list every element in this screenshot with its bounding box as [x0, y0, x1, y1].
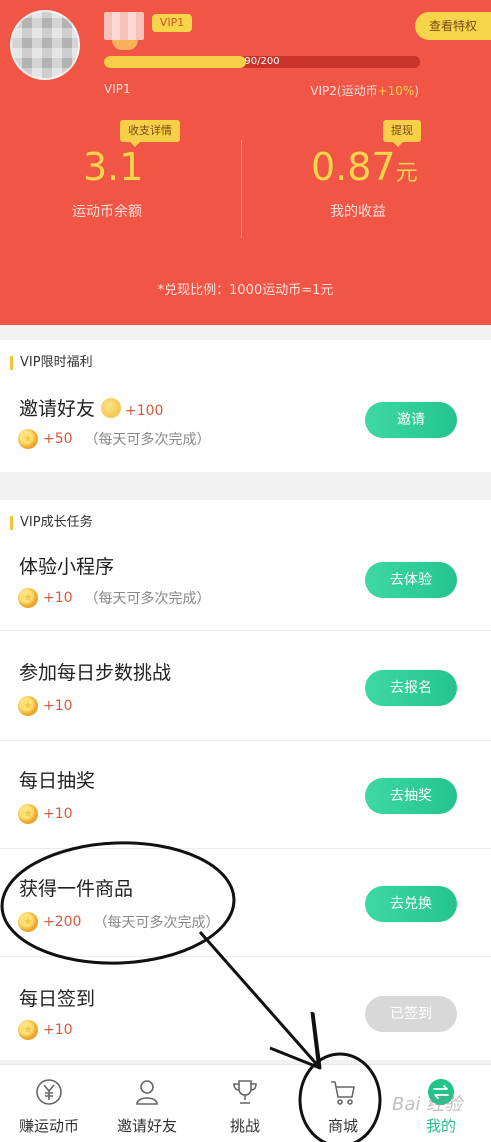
task-note: （每天可多次完成）	[93, 915, 220, 931]
nav-label: 我的	[425, 1117, 456, 1135]
vip-next-prefix: VIP2(运动币	[310, 84, 378, 98]
coin-balance-label: 运动币余额	[72, 204, 142, 220]
task-note: （每天可多次完成）	[84, 591, 211, 607]
nav-item-challenge[interactable]: 挑战	[196, 1065, 294, 1142]
vip-current-label: VIP1	[104, 82, 131, 96]
watermark: Bai 经验	[392, 1094, 463, 1115]
nav-item-invite[interactable]: 邀请好友	[98, 1065, 196, 1142]
vip-next-bonus: +10%	[377, 84, 415, 98]
nav-label: 挑战	[229, 1117, 260, 1135]
income-amount: 0.87	[311, 145, 396, 189]
coin-icon	[18, 696, 38, 716]
view-privileges-button[interactable]: 查看特权	[415, 12, 491, 40]
nav-label: 商城	[327, 1117, 358, 1135]
task-reward: +10	[18, 1020, 73, 1040]
task-title: 获得一件商品	[19, 878, 134, 900]
task-item: 每日抽奖 +10 去抽奖	[0, 748, 491, 856]
task-item: 邀请好友 +100 +50 （每天可多次完成） 邀请	[0, 378, 491, 486]
task-item: 参加每日步数挑战 +10 去报名	[0, 640, 491, 748]
vip-next-suffix: )	[414, 84, 419, 98]
nav-label: 邀请好友	[116, 1117, 177, 1135]
nav-item-mall[interactable]: 商城	[294, 1065, 392, 1142]
person-icon	[136, 1080, 158, 1105]
invite-button[interactable]: 邀请	[365, 402, 457, 438]
coin-icon	[101, 398, 122, 418]
task-item: 获得一件商品 +200 （每天可多次完成） 去兑换	[0, 856, 491, 964]
section-title: VIP限时福利	[10, 356, 93, 370]
username-blurred	[104, 12, 144, 40]
task-reward-value: +50	[43, 431, 73, 447]
income-label: 我的收益	[330, 204, 386, 220]
task-reward: +10 （每天可多次完成）	[18, 588, 211, 608]
profile-header: VIP1 查看特权 90/200 VIP1 VIP2(运动币+10%) 收支详情…	[0, 0, 491, 325]
task-reward: +50 （每天可多次完成）	[18, 429, 211, 449]
divider	[0, 630, 491, 631]
task-reward: +10	[18, 696, 73, 716]
exchange-rate-note: *兑现比例：1000运动币=1元	[157, 283, 334, 298]
coin-icon	[18, 804, 38, 824]
redeem-button[interactable]: 去兑换	[365, 886, 457, 922]
section-title: VIP成长任务	[10, 516, 93, 530]
task-title-bonus: +100	[125, 403, 164, 419]
divider	[0, 956, 491, 957]
coin-icon	[18, 588, 38, 608]
transaction-details-badge[interactable]: 收支详情	[120, 120, 180, 147]
divider	[0, 848, 491, 849]
task-title: 体验小程序	[19, 556, 115, 578]
income-unit: 元	[395, 161, 418, 186]
withdraw-badge[interactable]: 提现	[383, 120, 421, 147]
task-reward-value: +10	[43, 590, 73, 606]
yen-coin-icon	[36, 1079, 62, 1105]
task-title: 每日签到	[19, 988, 96, 1010]
try-miniprogram-button[interactable]: 去体验	[365, 562, 457, 598]
signed-in-button[interactable]: 已签到	[365, 996, 457, 1032]
coin-icon	[18, 429, 38, 449]
cart-icon	[331, 1081, 355, 1105]
task-title-text: 邀请好友	[19, 398, 96, 420]
vip-level-badge: VIP1	[152, 14, 192, 32]
draw-lottery-button[interactable]: 去抽奖	[365, 778, 457, 814]
task-title: 参加每日步数挑战	[19, 662, 172, 684]
task-item: 每日签到 +10 已签到	[0, 964, 491, 1072]
vip-next-label: VIP2(运动币+10%)	[310, 82, 419, 99]
task-reward-value: +10	[43, 1022, 73, 1038]
vip-progress-text: 90/200	[244, 56, 280, 67]
coin-icon	[18, 912, 38, 932]
stats-divider	[241, 140, 242, 238]
avatar[interactable]	[10, 10, 80, 80]
coin-balance-value: 3.1	[83, 145, 144, 189]
trophy-icon	[233, 1080, 257, 1104]
task-note: （每天可多次完成）	[84, 432, 211, 448]
task-reward-value: +200	[43, 914, 82, 930]
username-blurred-decor	[112, 40, 138, 50]
task-reward: +10	[18, 804, 73, 824]
task-title: 邀请好友 +100	[19, 394, 163, 421]
income-value: 0.87元	[311, 145, 418, 196]
coin-icon	[18, 1020, 38, 1040]
nav-item-earn-coins[interactable]: 赚运动币	[0, 1065, 98, 1142]
task-reward-value: +10	[43, 806, 73, 822]
task-reward: +200 （每天可多次完成）	[18, 912, 219, 932]
divider	[0, 740, 491, 741]
join-challenge-button[interactable]: 去报名	[365, 670, 457, 706]
task-title: 每日抽奖	[19, 770, 96, 792]
task-reward-value: +10	[43, 698, 73, 714]
nav-label: 赚运动币	[18, 1117, 79, 1135]
vip-growth-section: VIP成长任务 体验小程序 +10 （每天可多次完成） 去体验 参加每日步数挑战…	[0, 500, 491, 1060]
vip-progress-bar: 90/200	[104, 56, 420, 68]
vip-benefit-section: VIP限时福利 邀请好友 +100 +50 （每天可多次完成） 邀请	[0, 340, 491, 472]
